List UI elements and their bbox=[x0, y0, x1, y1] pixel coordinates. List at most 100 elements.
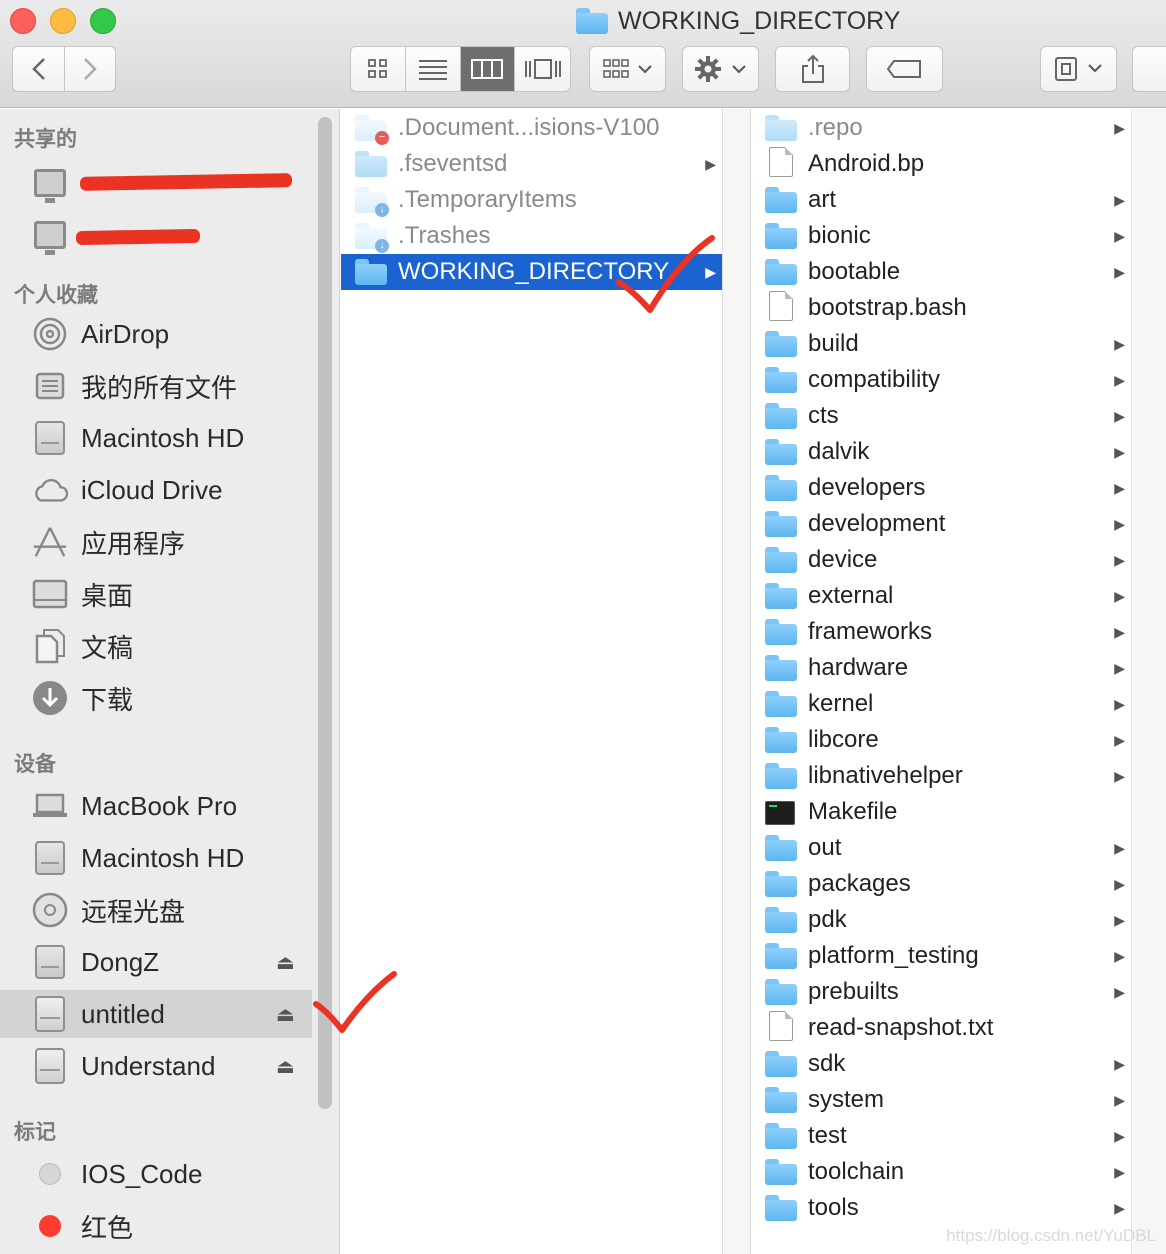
sidebar-item-macbook-pro[interactable]: MacBook Pro bbox=[0, 782, 312, 830]
disclosure-arrow-icon: ▶ bbox=[1114, 911, 1125, 928]
cover-flow-view-button[interactable] bbox=[515, 47, 570, 91]
grid-icon bbox=[367, 59, 387, 78]
tag-button[interactable] bbox=[866, 46, 943, 92]
list-item[interactable]: toolchain ▶ bbox=[751, 1154, 1131, 1190]
list-item[interactable]: bootable ▶ bbox=[751, 254, 1131, 290]
list-item[interactable]: − .Document...isions-V100 bbox=[341, 110, 722, 146]
share-button[interactable] bbox=[775, 46, 850, 92]
window-title-text: WORKING_DIRECTORY bbox=[618, 6, 901, 35]
sidebar-item-untitled[interactable]: untitled ⏏ bbox=[0, 990, 312, 1038]
sidebar-item-all-files[interactable]: 我的所有文件 bbox=[0, 362, 312, 410]
sidebar-item-macintosh-hd-device[interactable]: Macintosh HD bbox=[0, 834, 312, 882]
list-item-label: out bbox=[808, 834, 842, 861]
list-item[interactable]: hardware ▶ bbox=[751, 650, 1131, 686]
search-field-edge[interactable] bbox=[1132, 46, 1166, 92]
sidebar-item-remote-disc[interactable]: 远程光盘 bbox=[0, 886, 312, 934]
hard-drive-icon bbox=[32, 420, 68, 456]
column-empty-area bbox=[1133, 109, 1166, 1254]
list-item[interactable]: sdk ▶ bbox=[751, 1046, 1131, 1082]
sidebar-item-macintosh-hd[interactable]: Macintosh HD bbox=[0, 414, 312, 462]
documents-icon bbox=[32, 628, 68, 664]
folder-icon bbox=[765, 727, 797, 753]
zoom-window-button[interactable] bbox=[90, 8, 116, 34]
list-item[interactable]: out ▶ bbox=[751, 830, 1131, 866]
folder-icon bbox=[355, 151, 387, 177]
list-item[interactable]: developers ▶ bbox=[751, 470, 1131, 506]
list-item[interactable]: prebuilts ▶ bbox=[751, 974, 1131, 1010]
list-item[interactable]: ↓ .TemporaryItems bbox=[341, 182, 722, 218]
sidebar-item-desktop[interactable]: 桌面 bbox=[0, 570, 312, 618]
watermark: https://blog.csdn.net/YuDBL bbox=[946, 1226, 1156, 1245]
list-item-label: build bbox=[808, 330, 859, 357]
list-item[interactable]: art ▶ bbox=[751, 182, 1131, 218]
sidebar-item-understand[interactable]: Understand ⏏ bbox=[0, 1042, 312, 1090]
sidebar-item-shared-1[interactable] bbox=[0, 159, 312, 207]
cloud-icon bbox=[32, 472, 68, 508]
list-item[interactable]: kernel ▶ bbox=[751, 686, 1131, 722]
list-item[interactable]: dalvik ▶ bbox=[751, 434, 1131, 470]
list-item[interactable]: .fseventsd ▶ bbox=[341, 146, 722, 182]
list-item[interactable]: pdk ▶ bbox=[751, 902, 1131, 938]
eject-icon[interactable]: ⏏ bbox=[276, 950, 295, 975]
list-item[interactable]: platform_testing ▶ bbox=[751, 938, 1131, 974]
list-item[interactable]: libcore ▶ bbox=[751, 722, 1131, 758]
list-item[interactable]: test ▶ bbox=[751, 1118, 1131, 1154]
list-item[interactable]: build ▶ bbox=[751, 326, 1131, 362]
icon-view-button[interactable] bbox=[351, 47, 406, 91]
list-item-selected[interactable]: WORKING_DIRECTORY ▶ bbox=[341, 254, 722, 290]
list-item[interactable]: external ▶ bbox=[751, 578, 1131, 614]
list-item[interactable]: Makefile bbox=[751, 794, 1131, 830]
list-item-label: read-snapshot.txt bbox=[808, 1014, 994, 1041]
back-button[interactable] bbox=[13, 47, 65, 91]
folder-icon bbox=[765, 475, 797, 501]
window-title: WORKING_DIRECTORY bbox=[576, 4, 900, 38]
list-item[interactable]: cts ▶ bbox=[751, 398, 1131, 434]
column-view-button[interactable] bbox=[460, 47, 516, 91]
close-window-button[interactable] bbox=[10, 8, 36, 34]
eject-icon[interactable]: ⏏ bbox=[276, 1002, 295, 1027]
disclosure-arrow-icon: ▶ bbox=[705, 263, 716, 280]
chevron-right-icon bbox=[84, 58, 97, 80]
list-item[interactable]: .repo ▶ bbox=[751, 110, 1131, 146]
sidebar-item-tag-red[interactable]: 红色 bbox=[0, 1202, 312, 1250]
list-item[interactable]: system ▶ bbox=[751, 1082, 1131, 1118]
list-item[interactable]: Android.bp bbox=[751, 146, 1131, 182]
list-item-label: hardware bbox=[808, 654, 909, 681]
sidebar-item-downloads[interactable]: 下载 bbox=[0, 674, 312, 722]
list-item[interactable]: libnativehelper ▶ bbox=[751, 758, 1131, 794]
list-item[interactable]: packages ▶ bbox=[751, 866, 1131, 902]
action-button[interactable] bbox=[682, 46, 759, 92]
list-item-label: kernel bbox=[808, 690, 874, 717]
folder-icon bbox=[765, 439, 797, 465]
list-view-button[interactable] bbox=[406, 47, 461, 91]
laptop-icon bbox=[32, 788, 68, 824]
list-item[interactable]: frameworks ▶ bbox=[751, 614, 1131, 650]
sidebar-item-dongz[interactable]: DongZ ⏏ bbox=[0, 938, 312, 986]
sidebar-item-documents[interactable]: 文稿 bbox=[0, 622, 312, 670]
list-item[interactable]: bionic ▶ bbox=[751, 218, 1131, 254]
forward-button[interactable] bbox=[65, 47, 115, 91]
sidebar-item-applications[interactable]: 应用程序 bbox=[0, 518, 312, 566]
sidebar-item-shared-2[interactable] bbox=[0, 211, 312, 259]
column-resize-gap[interactable] bbox=[724, 109, 750, 1254]
list-item[interactable]: ↓ .Trashes bbox=[341, 218, 722, 254]
sidebar-item-tag-ios-code[interactable]: IOS_Code bbox=[0, 1150, 312, 1198]
arrange-button[interactable] bbox=[589, 46, 666, 92]
disclosure-arrow-icon: ▶ bbox=[1114, 767, 1125, 784]
list-item[interactable]: read-snapshot.txt bbox=[751, 1010, 1131, 1046]
list-item[interactable]: tools ▶ bbox=[751, 1190, 1131, 1226]
folder-icon bbox=[765, 187, 797, 213]
minimize-window-button[interactable] bbox=[50, 8, 76, 34]
document-icon bbox=[765, 147, 797, 177]
list-item[interactable]: compatibility ▶ bbox=[751, 362, 1131, 398]
sidebar-scrollbar[interactable] bbox=[318, 117, 332, 1109]
sidebar-item-icloud-drive[interactable]: iCloud Drive bbox=[0, 466, 312, 514]
list-item[interactable]: device ▶ bbox=[751, 542, 1131, 578]
eject-icon[interactable]: ⏏ bbox=[276, 1054, 295, 1079]
list-item[interactable]: development ▶ bbox=[751, 506, 1131, 542]
extension-button[interactable] bbox=[1040, 46, 1117, 92]
folder-icon bbox=[765, 259, 797, 285]
list-item-label: Android.bp bbox=[808, 150, 925, 177]
list-item[interactable]: bootstrap.bash bbox=[751, 290, 1131, 326]
sidebar-item-airdrop[interactable]: AirDrop bbox=[0, 310, 312, 358]
